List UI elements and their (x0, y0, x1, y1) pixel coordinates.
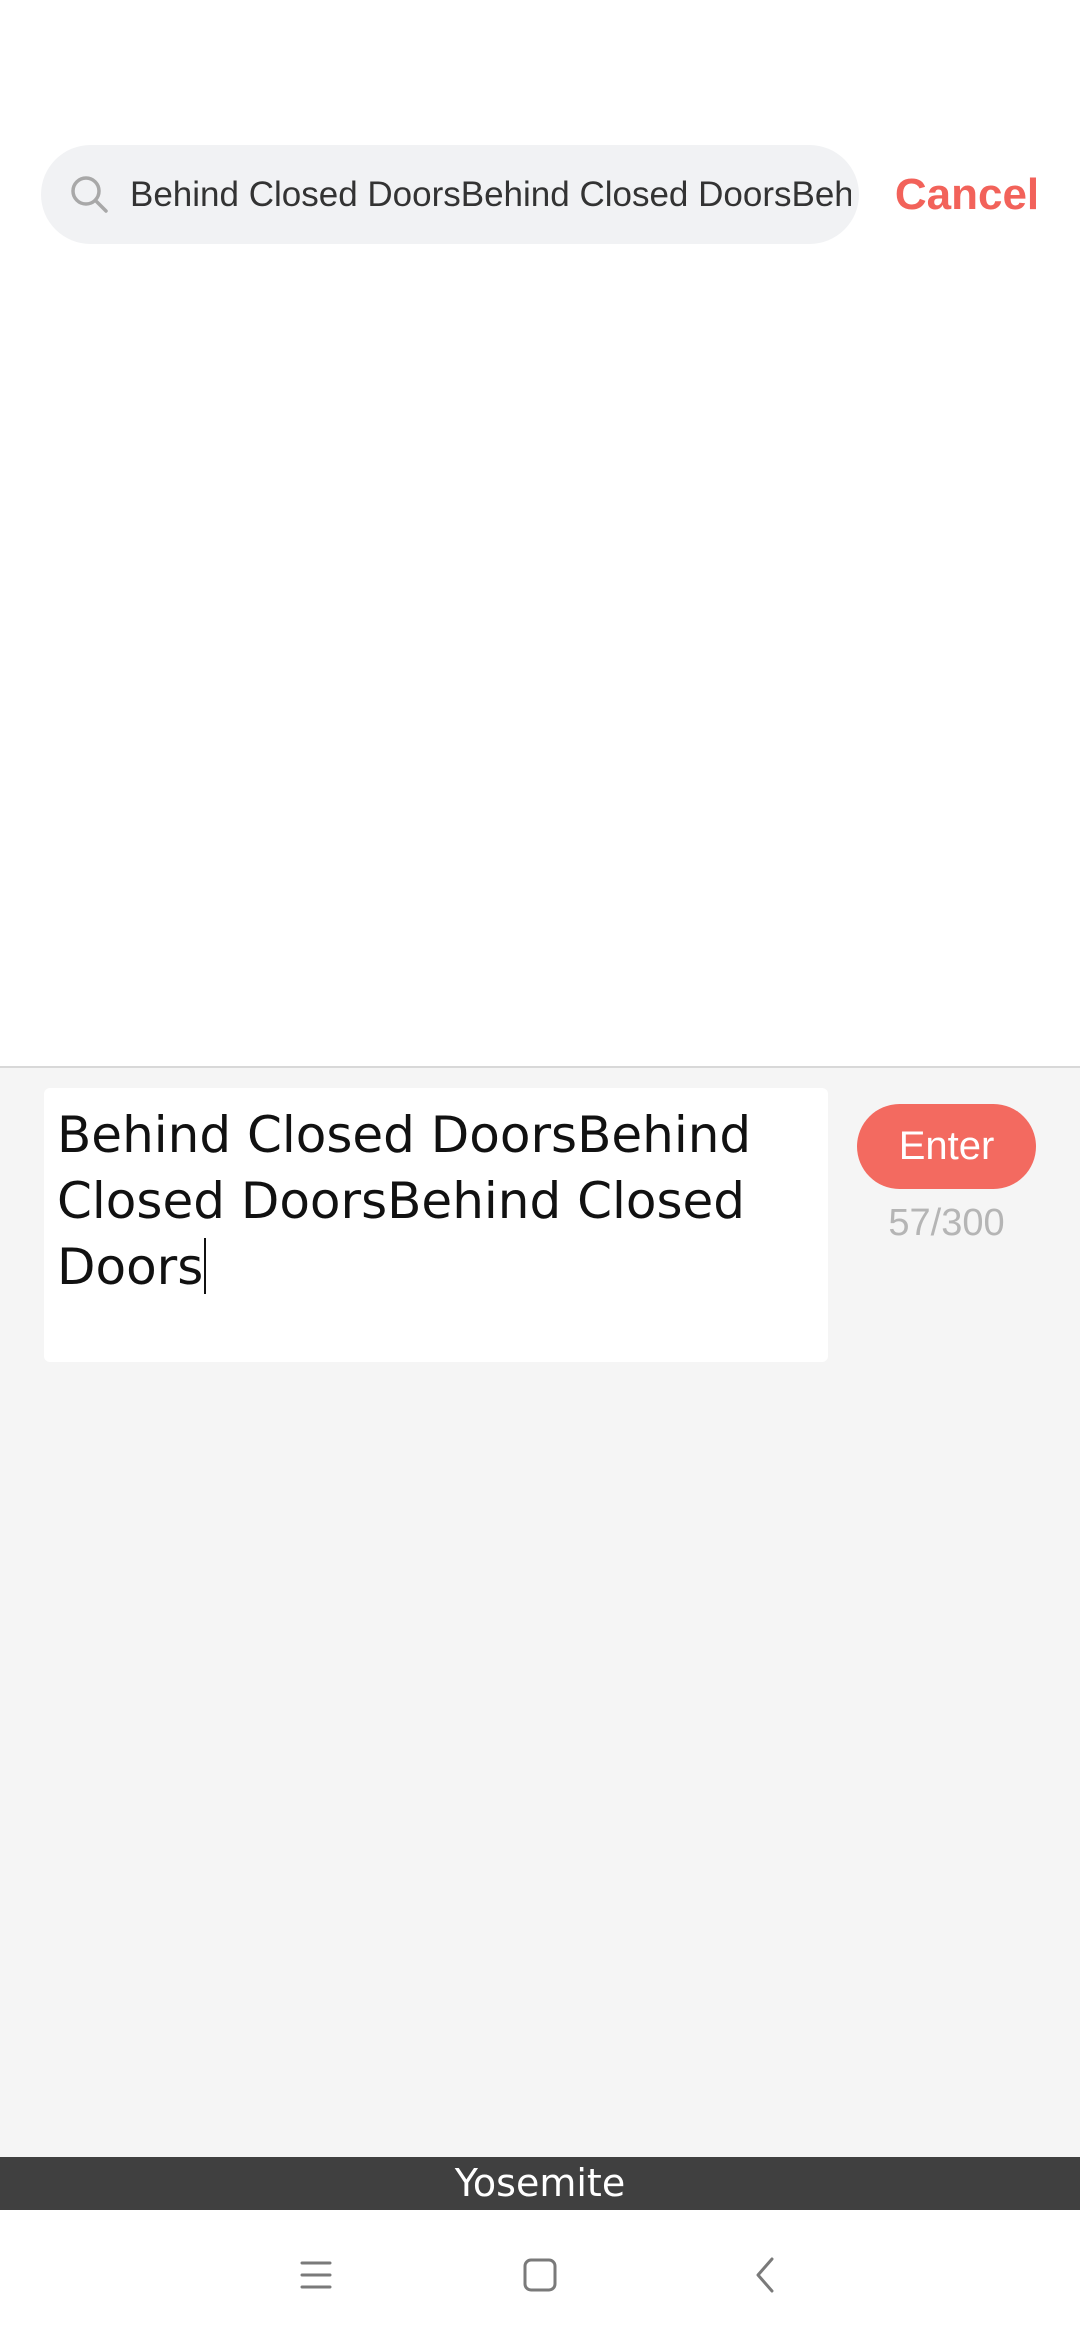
cancel-button[interactable]: Cancel (882, 145, 1052, 244)
search-input[interactable]: Behind Closed DoorsBehind Closed DoorsBe… (130, 145, 851, 244)
keyboard-label-bar: Yosemite (0, 2157, 1080, 2210)
menu-icon[interactable] (286, 2245, 346, 2305)
enter-button[interactable]: Enter (857, 1104, 1036, 1189)
search-area: Behind Closed DoorsBehind Closed DoorsBe… (0, 0, 1080, 1066)
home-square-icon[interactable] (510, 2245, 570, 2305)
text-input-box[interactable]: Behind Closed DoorsBehind Closed DoorsBe… (44, 1088, 828, 1362)
character-counter: 57/300 (888, 1202, 1005, 1244)
search-icon (71, 176, 108, 213)
system-navigation-bar (0, 2210, 1080, 2340)
search-bar[interactable]: Behind Closed DoorsBehind Closed DoorsBe… (41, 145, 859, 244)
text-input-panel: Behind Closed DoorsBehind Closed DoorsBe… (0, 1066, 1080, 2158)
text-input-value: Behind Closed DoorsBehind Closed DoorsBe… (57, 1106, 752, 1296)
back-chevron-icon[interactable] (736, 2245, 796, 2305)
text-cursor (204, 1238, 207, 1294)
text-input-field[interactable]: Behind Closed DoorsBehind Closed DoorsBe… (57, 1102, 787, 1300)
